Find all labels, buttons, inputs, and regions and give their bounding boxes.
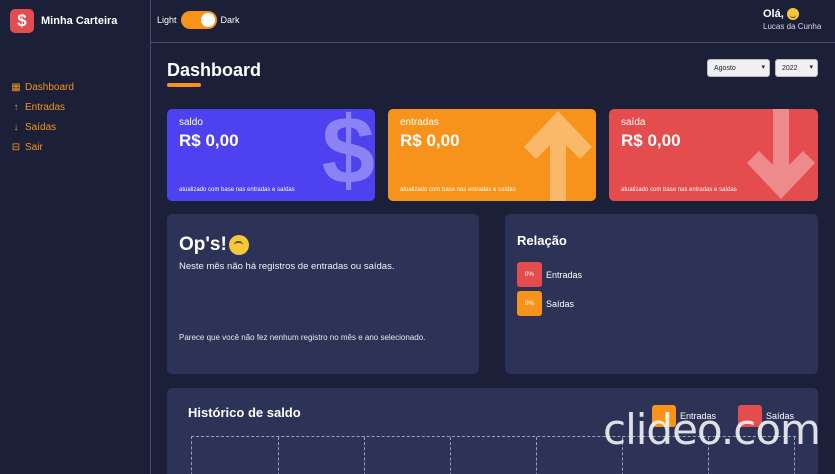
dashboard-icon: ▦ [11,81,21,93]
sidebar-item-entradas[interactable]: ↑ Entradas [10,97,74,117]
brand-name: Minha Carteira [41,15,118,27]
legend-percent-box: 0% [517,262,542,287]
card-footer: atualizado com base nas entradas e saída… [400,187,516,193]
year-value: 2022 [782,64,798,72]
empty-state-title-text: Op's! [179,234,227,255]
card-label: saldo [179,117,203,128]
grid-line [450,437,451,474]
relation-legend-saidas: 0% Saídas [517,291,574,316]
relation-title: Relação [517,233,567,248]
history-title: Histórico de saldo [188,405,301,420]
grid-line [278,437,279,474]
card-footer: atualizado com base nas entradas e saída… [621,187,737,193]
month-select[interactable]: Agosto ▾ [707,59,770,77]
card-value: R$ 0,00 [621,131,681,150]
page-title: Dashboard [167,60,262,80]
sidebar-item-label: Saídas [25,121,57,133]
sidebar-item-saidas[interactable]: ↓ Saídas [10,117,74,137]
grid-line [536,437,537,474]
greeting-text: Olá, [763,8,784,20]
relation-panel: Relação 0% Entradas 0% Saídas [505,214,818,374]
sidebar: $ Minha Carteira ▦ Dashboard ↑ Entradas … [0,0,151,474]
sidebar-item-dashboard[interactable]: ▦ Dashboard [10,77,74,97]
wallet-logo-icon: $ [10,9,34,33]
relation-legend-entradas: 0% Entradas [517,262,582,287]
watermark: clideo.com [603,405,821,454]
legend-label: Saídas [546,298,575,309]
balance-card: saldo R$ 0,00 atualizado com base nas en… [167,109,375,201]
empty-state-title: Op's! [179,234,249,256]
sidebar-item-label: Sair [25,141,43,153]
greeting: Olá, [763,8,821,20]
dollar-icon: $ [321,109,375,201]
user-profile: Olá, Lucas da Cunha [763,8,821,31]
smile-emoji-icon [786,8,799,20]
theme-toggle-group: Light Dark [157,11,240,29]
empty-state-note: Parece que você não fez nenhum registro … [179,333,426,342]
legend-label: Entradas [546,269,583,280]
arrow-up-icon [524,111,592,201]
sidebar-item-label: Entradas [25,101,66,113]
brand[interactable]: $ Minha Carteira [10,9,117,33]
title-underline [167,83,201,87]
expense-card: saída R$ 0,00 atualizado com base nas en… [609,109,818,201]
theme-dark-label: Dark [220,15,240,25]
grid-line [364,437,365,474]
exit-icon: ⊟ [11,141,21,153]
income-card: entradas R$ 0,00 atualizado com base nas… [388,109,596,201]
arrow-down-icon [747,109,815,199]
card-label: saída [621,117,646,128]
card-label: entradas [400,117,439,128]
toggle-knob [200,13,215,27]
empty-state-subtitle: Neste mês não há registros de entradas o… [179,261,395,272]
arrow-down-icon: ↓ [13,121,19,133]
username: Lucas da Cunha [763,22,822,31]
sidebar-menu: ▦ Dashboard ↑ Entradas ↓ Saídas ⊟ Sair [10,77,74,157]
sidebar-item-label: Dashboard [25,81,74,93]
chevron-down-icon: ▾ [761,64,765,71]
chevron-down-icon: ▾ [809,64,813,71]
card-value: R$ 0,00 [179,131,239,150]
theme-toggle[interactable] [180,11,217,29]
sidebar-item-sair[interactable]: ⊟ Sair [10,137,74,157]
month-value: Agosto [714,64,736,72]
empty-state-panel: Op's! Neste mês não há registros de entr… [167,214,479,374]
card-footer: atualizado com base nas entradas e saída… [179,187,295,193]
card-value: R$ 0,00 [400,131,460,150]
legend-percent-box: 0% [517,291,542,316]
arrow-up-icon: ↑ [13,101,19,113]
theme-light-label: Light [157,15,177,25]
thinking-emoji-icon [228,235,249,255]
top-header: Light Dark Olá, Lucas da Cunha [151,0,835,43]
year-select[interactable]: 2022 ▾ [775,59,818,77]
